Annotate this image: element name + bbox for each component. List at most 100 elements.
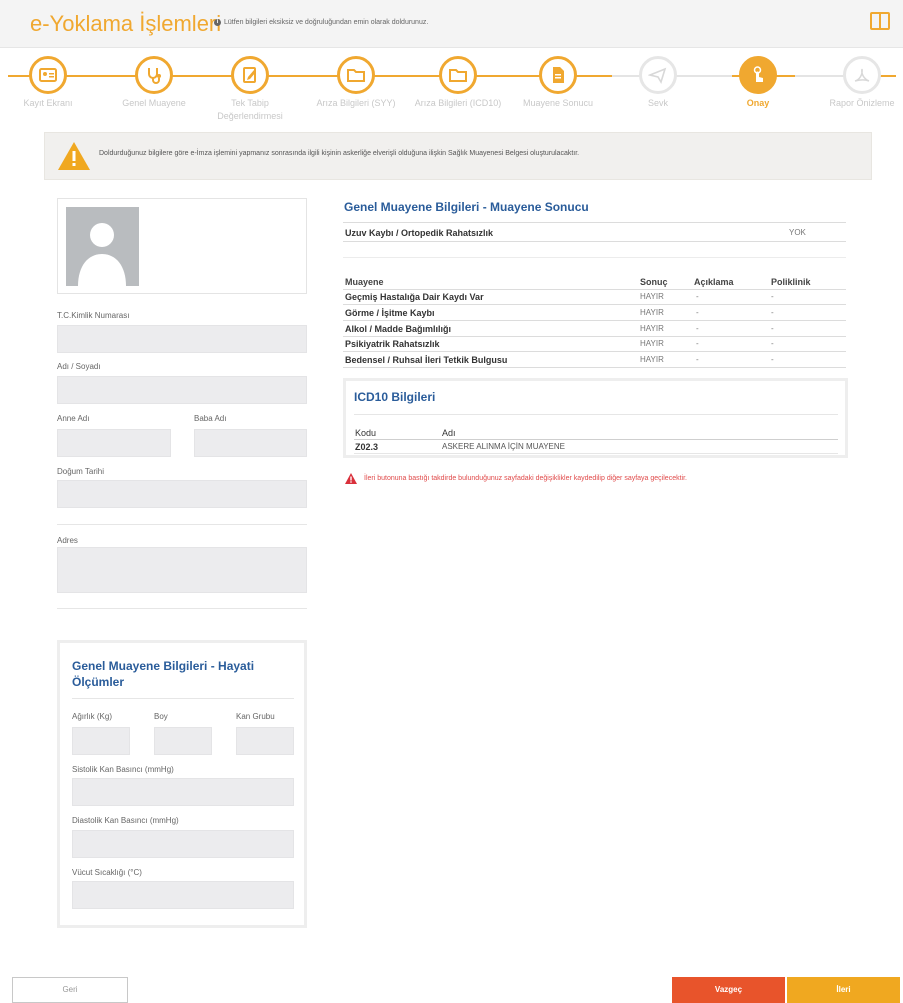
divider <box>343 320 846 321</box>
warning-banner: Doldurduğunuz bilgilere göre e-İmza işle… <box>44 132 872 180</box>
hint-label: Lütfen bilgileri eksiksiz ve doğruluğund… <box>224 19 429 26</box>
step-sevk[interactable]: Sevk <box>608 56 708 110</box>
step-label: Muayene Sonucu <box>522 98 594 108</box>
divider <box>57 524 307 525</box>
height-label: Boy <box>154 712 168 721</box>
divider <box>343 289 846 290</box>
birth-date-label: Doğum Tarihi <box>57 467 104 476</box>
step-rapor-onizleme[interactable]: Rapor Önizleme <box>812 56 903 110</box>
divider <box>343 241 846 242</box>
vitals-box: Genel Muayene Bilgileri - Hayati Ölçümle… <box>57 640 307 928</box>
name-label: Adı / Soyadı <box>57 362 101 371</box>
pdf-icon <box>843 56 881 94</box>
step-label: Tek Tabip Değerlendirmesi <box>217 98 283 121</box>
step-ariza-syy[interactable]: Arıza Bilgileri (SYY) <box>306 56 406 110</box>
app-title: e-Yoklama İşlemleri <box>30 11 222 36</box>
divider <box>343 336 846 337</box>
father-name-label: Baba Adı <box>194 414 227 423</box>
exam-desc: - <box>696 355 699 364</box>
step-onay[interactable]: Onay <box>708 56 808 110</box>
father-name-field[interactable] <box>194 429 307 457</box>
weight-field[interactable] <box>72 727 130 755</box>
paper-plane-icon <box>639 56 677 94</box>
height-field[interactable] <box>154 727 212 755</box>
limb-loss-value: YOK <box>789 228 806 237</box>
exam-name: Psikiyatrik Rahatsızlık <box>345 339 440 349</box>
divider <box>354 414 838 415</box>
exam-name: Bedensel / Ruhsal İleri Tetkik Bulgusu <box>345 355 508 365</box>
step-label: Arıza Bilgileri (ICD10) <box>414 98 502 108</box>
folder-icon <box>337 56 375 94</box>
limb-loss-label: Uzuv Kaybı / Ortopedik Rahatsızlık <box>345 228 494 238</box>
exam-result: HAYIR <box>640 339 664 348</box>
step-genel-muayene[interactable]: Genel Muayene <box>104 56 204 110</box>
divider <box>72 698 294 699</box>
divider <box>343 222 846 223</box>
diastolic-field[interactable] <box>72 830 294 858</box>
address-field[interactable] <box>57 547 307 593</box>
divider <box>354 439 838 440</box>
exam-result: HAYIR <box>640 292 664 301</box>
diastolic-label: Diastolik Kan Basıncı (mmHg) <box>72 816 179 825</box>
exam-result: HAYIR <box>640 355 664 364</box>
mother-name-field[interactable] <box>57 429 171 457</box>
avatar <box>66 207 139 286</box>
step-label: Arıza Bilgileri (SYY) <box>316 98 396 108</box>
save-warning: İleri butonuna bastığı takdirde bulunduğ… <box>345 473 687 484</box>
blood-type-field[interactable] <box>236 727 294 755</box>
step-tek-tabip[interactable]: Tek Tabip Değerlendirmesi <box>200 56 300 123</box>
step-muayene-sonucu[interactable]: Muayene Sonucu <box>508 56 608 110</box>
warning-icon <box>58 142 90 170</box>
divider <box>343 304 846 305</box>
page-header: e-Yoklama İşlemleri i Lütfen bilgileri e… <box>0 0 903 48</box>
exam-desc: - <box>696 324 699 333</box>
col-header-poliklinik: Poliklinik <box>771 277 811 287</box>
divider <box>354 453 838 454</box>
tc-field[interactable] <box>57 325 307 353</box>
user-silhouette-icon <box>78 223 126 286</box>
tc-label: T.C.Kimlik Numarası <box>57 311 130 320</box>
exam-desc: - <box>696 308 699 317</box>
col-header-sonuc: Sonuç <box>640 277 668 287</box>
divider <box>343 367 846 368</box>
divider <box>343 257 846 258</box>
exam-name: Geçmiş Hastalığa Dair Kaydı Var <box>345 292 484 302</box>
exam-name: Görme / İşitme Kaybı <box>345 308 435 318</box>
icd-name: ASKERE ALINMA İÇİN MUAYENE <box>442 442 565 451</box>
birth-date-field[interactable] <box>57 480 307 508</box>
name-field[interactable] <box>57 376 307 404</box>
systolic-field[interactable] <box>72 778 294 806</box>
exam-result: HAYIR <box>640 308 664 317</box>
step-label: Rapor Önizleme <box>829 98 895 108</box>
folder-icon <box>439 56 477 94</box>
step-ariza-icd10[interactable]: Arıza Bilgileri (ICD10) <box>408 56 508 110</box>
info-icon: i <box>214 19 221 26</box>
step-label: Genel Muayene <box>122 98 186 108</box>
exam-name: Alkol / Madde Bağımlılığı <box>345 324 452 334</box>
result-title: Genel Muayene Bilgileri - Muayene Sonucu <box>344 200 589 214</box>
temperature-field[interactable] <box>72 881 294 909</box>
address-label: Adres <box>57 536 78 545</box>
stethoscope-icon <box>135 56 173 94</box>
user-guide-icon[interactable] <box>870 12 890 30</box>
cancel-button[interactable]: Vazgeç <box>672 977 785 1003</box>
photo-box <box>57 198 307 294</box>
blood-type-label: Kan Grubu <box>236 712 275 721</box>
step-label: Kayıt Ekranı <box>23 98 73 108</box>
exam-clinic: - <box>771 355 774 364</box>
exam-clinic: - <box>771 324 774 333</box>
warning-text: Doldurduğunuz bilgilere göre e-İmza işle… <box>99 150 580 157</box>
next-button[interactable]: İleri <box>787 977 900 1003</box>
back-button[interactable]: Geri <box>12 977 128 1003</box>
step-label: Onay <box>746 98 770 108</box>
hand-touch-icon <box>739 56 777 94</box>
icd-code: Z02.3 <box>355 442 379 452</box>
document-icon <box>539 56 577 94</box>
divider <box>57 608 307 609</box>
weight-label: Ağırlık (Kg) <box>72 712 113 721</box>
col-header-aciklama: Açıklama <box>694 277 734 287</box>
exam-clinic: - <box>771 292 774 301</box>
col-header-muayene: Muayene <box>345 277 384 287</box>
divider <box>343 351 846 352</box>
step-kayit-ekrani[interactable]: Kayıt Ekranı <box>0 56 98 110</box>
